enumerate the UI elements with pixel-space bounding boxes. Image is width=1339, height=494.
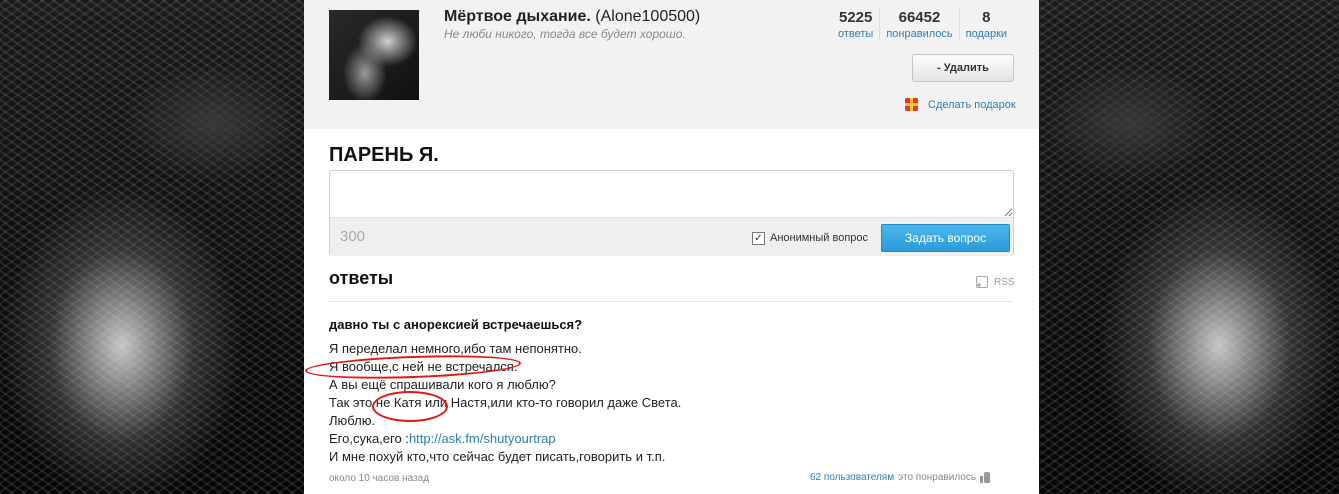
- stat-gifts[interactable]: 8 подарки: [958, 9, 1013, 41]
- gift-icon: [905, 98, 918, 111]
- stat-likes-label[interactable]: понравилось: [886, 27, 952, 41]
- answer-line: И мне похуй кто,что сейчас будет писать,…: [329, 449, 666, 464]
- question-input[interactable]: [330, 171, 1013, 217]
- answer-line: Его,сука,его :: [329, 431, 409, 446]
- profile-stats: 5225 ответы 66452 понравилось 8 подарки: [832, 9, 1013, 41]
- question-text[interactable]: давно ты с анорексией встречаешься?: [329, 317, 582, 332]
- rss-label[interactable]: RSS: [994, 277, 1015, 288]
- answers-heading: ответы: [329, 268, 394, 288]
- answer-line: Я переделал немного,ибо там непонятно.: [329, 341, 582, 356]
- stat-gifts-label[interactable]: подарки: [966, 27, 1007, 41]
- likes-users-link[interactable]: 62 пользователям: [810, 472, 894, 483]
- ask-question-form: 300 ✓ Анонимный вопрос Задать вопрос: [329, 170, 1014, 256]
- stat-likes-value: 66452: [898, 9, 941, 26]
- char-counter: 300: [340, 228, 366, 245]
- stat-likes[interactable]: 66452 понравилось: [879, 9, 958, 41]
- answer-text: Я переделал немного,ибо там непонятно. Я…: [329, 340, 1012, 466]
- likes-suffix: это понравилось: [898, 472, 977, 483]
- background-right: [1039, 0, 1339, 494]
- username: (Alone100500): [595, 8, 701, 25]
- anonymous-label[interactable]: Анонимный вопрос: [770, 232, 868, 244]
- answer-link[interactable]: http://ask.fm/shutyourtrap: [409, 431, 556, 446]
- display-name: Мёртвое дыхание.: [444, 8, 591, 25]
- rss-link[interactable]: RSS: [976, 276, 1015, 288]
- page-title: ПАРЕНЬ Я.: [329, 144, 439, 166]
- answer-line: Так это не Катя или Настя,или кто-то гов…: [329, 395, 682, 410]
- divider: [329, 301, 1012, 302]
- answer-timestamp: около 10 часов назад: [329, 473, 430, 484]
- ask-question-button[interactable]: Задать вопрос: [881, 224, 1010, 252]
- rss-icon: [976, 276, 988, 288]
- anonymous-checkbox[interactable]: ✓: [752, 232, 765, 245]
- background-left: [0, 0, 304, 494]
- status-text: Не люби никого, тогда все будет хорошо.: [444, 27, 686, 41]
- user-name: Мёртвое дыхание. (Alone100500): [444, 8, 700, 26]
- answer-line-with-link: Его,сука,его :http://ask.fm/shutyourtrap: [329, 430, 1012, 448]
- answer-line: Люблю.: [329, 413, 376, 428]
- stat-answers-label[interactable]: ответы: [838, 27, 873, 41]
- answer-line: Я вообще,с ней не встречался.: [329, 359, 518, 374]
- ask-form-footer: 300 ✓ Анонимный вопрос Задать вопрос: [330, 217, 1013, 256]
- answer-likes: 62 пользователям это понравилось: [810, 472, 991, 483]
- answer-line: А вы ещё спрашивали кого я люблю?: [329, 377, 556, 392]
- main-column: Мёртвое дыхание. (Alone100500) Не люби н…: [304, 0, 1039, 494]
- make-gift-link[interactable]: Сделать подарок: [905, 98, 1016, 111]
- stat-answers[interactable]: 5225 ответы: [832, 9, 879, 41]
- thumbs-up-icon[interactable]: [980, 472, 991, 483]
- stat-gifts-value: 8: [982, 9, 991, 26]
- delete-button[interactable]: - Удалить: [912, 54, 1014, 82]
- profile-header: Мёртвое дыхание. (Alone100500) Не люби н…: [304, 0, 1039, 129]
- stat-answers-value: 5225: [838, 9, 873, 26]
- make-gift-label[interactable]: Сделать подарок: [928, 99, 1016, 111]
- avatar[interactable]: [329, 10, 419, 100]
